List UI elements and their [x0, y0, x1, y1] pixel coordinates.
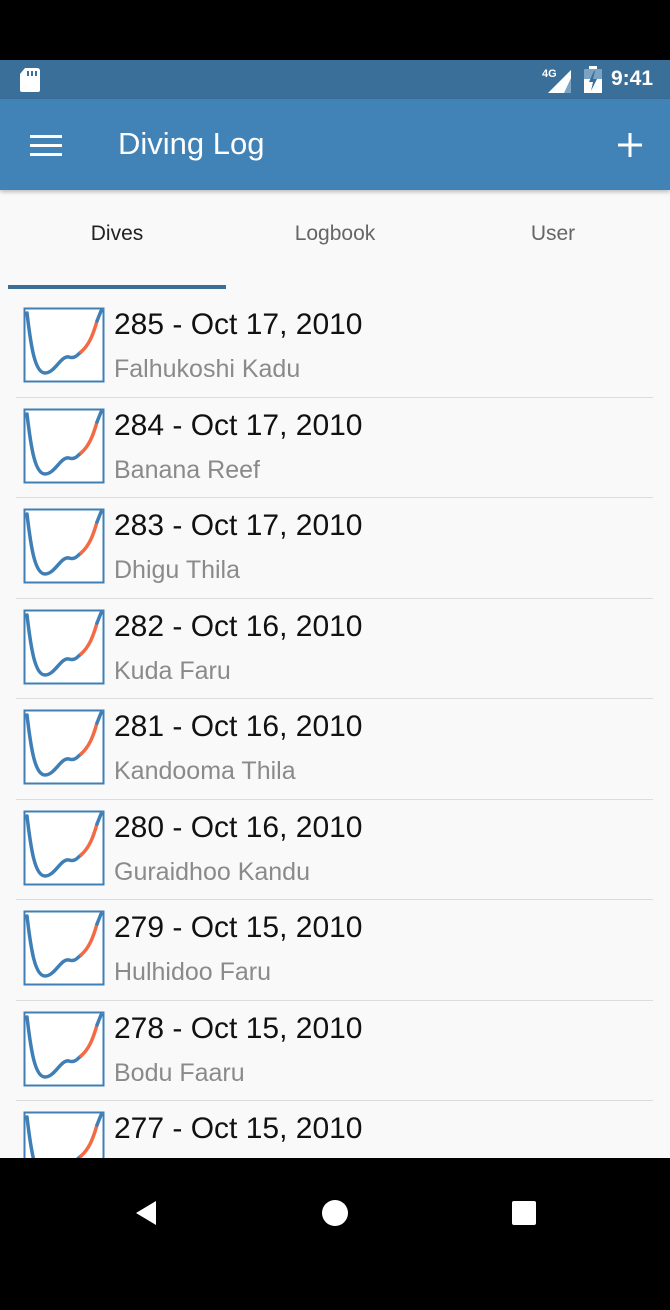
dive-title: 277 - Oct 15, 2010: [114, 1112, 363, 1145]
top-bezel: [0, 0, 670, 60]
dive-title: 282 - Oct 16, 2010: [114, 609, 363, 643]
dive-list-item[interactable]: 284 - Oct 17, 2010 Banana Reef: [16, 398, 653, 498]
dive-list-item[interactable]: 283 - Oct 17, 2010 Dhigu Thila: [16, 498, 653, 599]
cell-signal-icon: 4G: [542, 68, 571, 93]
dive-profile-icon: [23, 307, 105, 383]
battery-icon: [584, 66, 602, 93]
dive-site: Banana Reef: [114, 455, 260, 484]
app-title: Diving Log: [118, 126, 265, 161]
dive-list-item[interactable]: 278 - Oct 15, 2010 Bodu Faaru: [16, 1001, 653, 1101]
dive-title: 278 - Oct 15, 2010: [114, 1011, 363, 1045]
tab-logbook[interactable]: Logbook: [226, 222, 444, 246]
dive-site: Kandooma Thila: [114, 757, 296, 785]
dive-list-item[interactable]: 277 - Oct 15, 2010: [16, 1101, 653, 1158]
home-icon[interactable]: [320, 1198, 350, 1228]
dive-profile-icon: [23, 709, 105, 785]
clock: 9:41: [611, 67, 654, 90]
dive-profile-icon: [23, 1111, 105, 1158]
tab-indicator: [8, 285, 226, 289]
app-bar: [0, 99, 670, 190]
dive-site: Hulhidoo Faru: [114, 958, 272, 986]
dive-profile-icon: [23, 609, 105, 684]
dive-title: 285 - Oct 17, 2010: [114, 308, 363, 341]
main-content: Dives Logbook User 285 - Oct 17, 2010 Fal…: [0, 190, 670, 1158]
dive-list-item[interactable]: 285 - Oct 17, 2010 Falhukoshi Kadu: [16, 297, 653, 398]
add-icon[interactable]: [616, 131, 644, 159]
dive-list-item[interactable]: 282 - Oct 16, 2010 Kuda Faru: [16, 599, 653, 699]
back-icon[interactable]: [132, 1199, 160, 1227]
dive-profile-icon: [23, 910, 105, 986]
dive-profile-icon: [23, 810, 105, 885]
recents-icon[interactable]: [511, 1200, 537, 1226]
dive-site: Kuda Faru: [114, 656, 231, 685]
dive-site: Falhukoshi Kadu: [114, 355, 301, 383]
dive-list[interactable]: 285 - Oct 17, 2010 Falhukoshi Kadu 284 - O…: [0, 297, 670, 1158]
dive-title: 281 - Oct 16, 2010: [114, 710, 363, 743]
dive-site: Bodu Faaru: [114, 1058, 245, 1087]
dive-title: 279 - Oct 15, 2010: [114, 911, 363, 944]
dive-title: 280 - Oct 16, 2010: [114, 810, 363, 844]
sd-card-icon: [20, 68, 40, 92]
dive-list-item[interactable]: 281 - Oct 16, 2010 Kandooma Thila: [16, 699, 653, 800]
dive-profile-icon: [23, 408, 105, 483]
dive-profile-icon: [23, 508, 105, 584]
dive-list-item[interactable]: 279 - Oct 15, 2010 Hulhidoo Faru: [16, 900, 653, 1001]
dive-title: 284 - Oct 17, 2010: [114, 408, 363, 442]
tab-bar: Dives Logbook User: [0, 190, 670, 290]
tab-dives[interactable]: Dives: [8, 222, 226, 246]
dive-site: Dhigu Thila: [114, 556, 241, 584]
dive-profile-icon: [23, 1011, 105, 1086]
navigation-bar: [0, 1173, 670, 1251]
dive-title: 283 - Oct 17, 2010: [114, 509, 363, 542]
menu-icon[interactable]: [28, 133, 64, 159]
dive-list-item[interactable]: 280 - Oct 16, 2010 Guraidhoo Kandu: [16, 800, 653, 900]
dive-site: Guraidhoo Kandu: [114, 857, 310, 886]
svg-text:4G: 4G: [542, 68, 557, 80]
status-bar: 4G 9:41: [0, 60, 670, 99]
tab-user[interactable]: User: [444, 222, 662, 246]
